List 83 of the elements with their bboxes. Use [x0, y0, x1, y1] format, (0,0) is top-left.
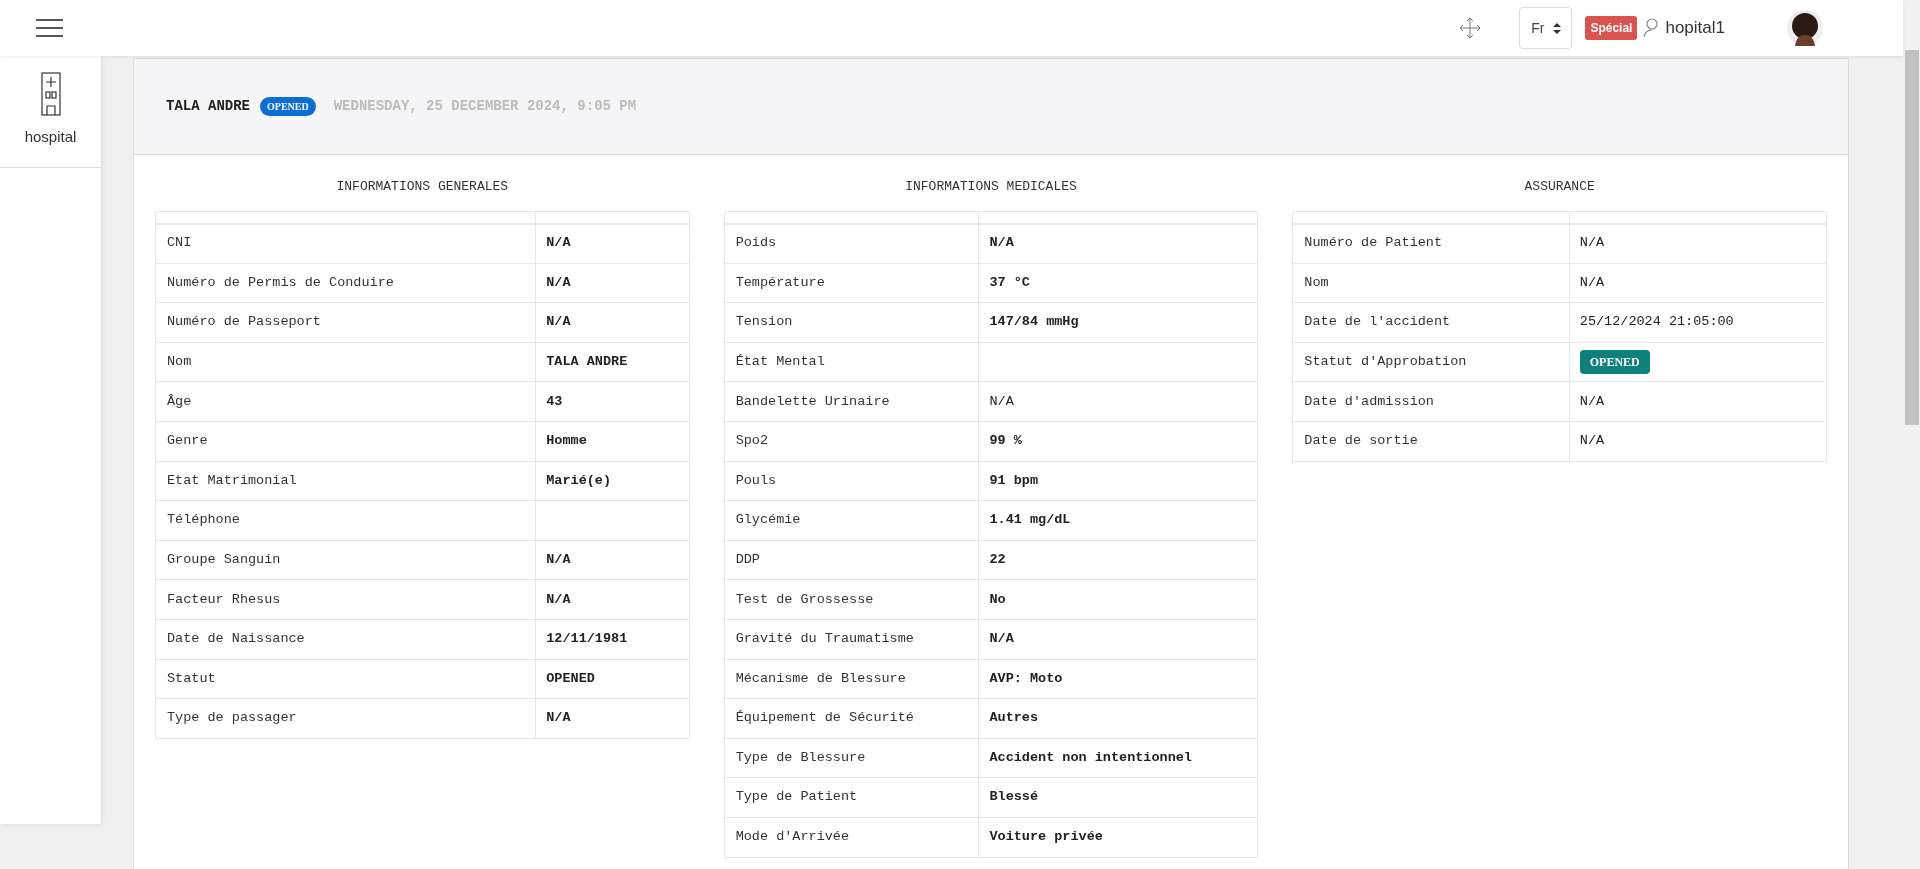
table-cell: Type de Blessure: [724, 738, 979, 778]
table-cell: Bandelette Urinaire: [724, 381, 979, 422]
table-cell: Blessé: [978, 777, 1258, 818]
table-cell: Statut d'Approbation: [1292, 342, 1570, 382]
table-cell: Nom: [155, 342, 536, 382]
table-cell: Accident non intentionnel: [978, 738, 1258, 778]
table-cell: N/A: [1569, 263, 1827, 303]
table-cell: Numéro de Permis de Conduire: [155, 263, 536, 303]
table-cell: Gravité du Traumatisme: [724, 619, 979, 660]
table-cell: N/A: [978, 223, 1258, 264]
table-cell: N/A: [535, 223, 690, 264]
table-cell: AVP: Moto: [978, 659, 1258, 699]
table-cell: N/A: [535, 698, 690, 739]
table-cell: CNI: [155, 223, 536, 264]
sidebar-item[interactable]: hospital: [0, 56, 101, 168]
table-cell: Téléphone: [155, 500, 536, 541]
table-cell: Type de Patient: [724, 777, 979, 818]
table-cell: DDP: [724, 540, 979, 580]
status-badge: OPENED: [260, 97, 316, 116]
table-cell: 25/12/2024 21:05:00: [1569, 302, 1827, 343]
table-cell: TALA ANDRE: [535, 342, 690, 382]
menu-icon[interactable]: [36, 19, 63, 37]
table-cell: N/A: [535, 540, 690, 580]
table-cell: N/A: [535, 579, 690, 620]
table-cell: Genre: [155, 421, 536, 462]
table-cell: OPENED: [535, 659, 690, 699]
table-cell: Etat Matrimonial: [155, 461, 536, 501]
table-cell: Voiture privée: [978, 817, 1258, 857]
table-cell: Âge: [155, 381, 536, 422]
table-cell: N/A: [1569, 421, 1827, 462]
table-cell: Tension: [724, 302, 979, 343]
table-cell: N/A: [978, 381, 1258, 422]
table-cell: Marié(e): [535, 461, 690, 501]
table-cell: Numéro de Passeport: [155, 302, 536, 343]
table-cell: N/A: [535, 302, 690, 343]
table-cell: Glycémie: [724, 500, 979, 541]
table-cell: Groupe Sanguin: [155, 540, 536, 580]
table-cell: Autres: [978, 698, 1258, 739]
table-cell: N/A: [1569, 381, 1827, 422]
table-cell: État Mental: [724, 342, 979, 382]
table-cell: Date de l'accident: [1292, 302, 1570, 343]
table-cell: Statut: [155, 659, 536, 699]
record-date: WEDNESDAY, 25 DECEMBER 2024, 9:05 PM: [333, 97, 637, 116]
section-title: INFORMATIONS GENERALES: [335, 178, 510, 196]
section-title: INFORMATIONS MEDICALES: [904, 178, 1078, 196]
table-cell: Pouls: [724, 461, 979, 501]
username-link[interactable]: hopital1: [1665, 15, 1725, 41]
table-cell: N/A: [978, 619, 1258, 660]
section-title: ASSURANCE: [1523, 178, 1596, 196]
table-cell: Équipement de Sécurité: [724, 698, 979, 739]
table-cell: Date de Naissance: [155, 619, 536, 660]
move-icon[interactable]: [1459, 17, 1482, 39]
table-cell: Poids: [724, 223, 979, 264]
hospital-icon: [40, 72, 61, 116]
table-cell: Homme: [535, 421, 690, 462]
table-cell: N/A: [1569, 223, 1827, 264]
table-cell: No: [978, 579, 1258, 620]
table-cell: Date de sortie: [1292, 421, 1570, 462]
table-cell: Mécanisme de Blessure: [724, 659, 979, 699]
status-badge: OPENED: [1579, 350, 1650, 375]
table-cell: 43: [535, 381, 690, 422]
table-cell: N/A: [535, 263, 690, 303]
table-cell: 1.41 mg/dL: [978, 500, 1258, 541]
table-cell: 22: [978, 540, 1258, 580]
avatar[interactable]: [1787, 10, 1823, 46]
table-cell: Température: [724, 263, 979, 303]
table-cell: Numéro de Patient: [1292, 223, 1570, 264]
special-badge: Spécial: [1585, 16, 1638, 40]
table-cell: 91 bpm: [978, 461, 1258, 501]
table-cell: 99 %: [978, 421, 1258, 462]
sort-icon: [1552, 22, 1561, 34]
table-cell: Date d'admission: [1292, 381, 1570, 422]
language-select[interactable]: Fr: [1519, 7, 1573, 49]
table-cell: Nom: [1292, 263, 1570, 303]
table-cell: 147/84 mmHg: [978, 302, 1258, 343]
table-cell: Test de Grossesse: [724, 579, 979, 620]
patient-name: TALA ANDRE: [166, 97, 250, 116]
table-cell: Type de passager: [155, 698, 536, 739]
table-cell: 37 °C: [978, 263, 1258, 303]
table-cell: Mode d'Arrivée: [724, 817, 979, 857]
table-cell: Facteur Rhesus: [155, 579, 536, 620]
table-cell: Spo2: [724, 421, 979, 462]
table-cell: 12/11/1981: [535, 619, 690, 660]
